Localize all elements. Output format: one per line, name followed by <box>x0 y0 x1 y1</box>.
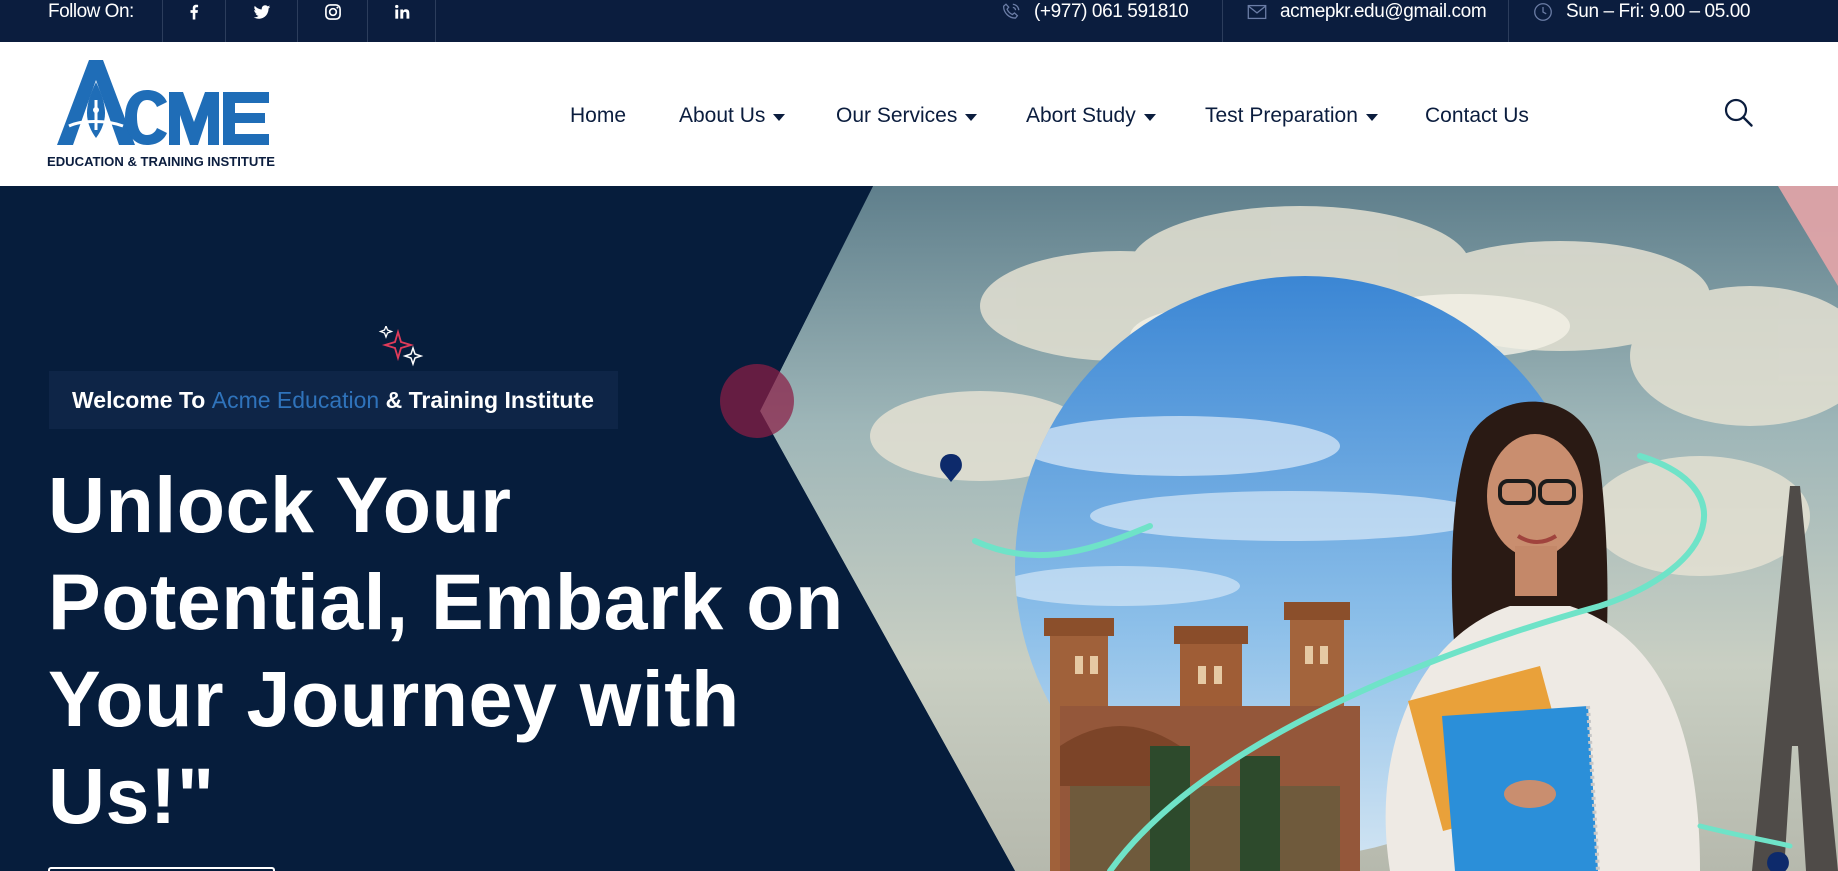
nav-about-us-label: About Us <box>679 104 766 127</box>
headline-line: Your Journey with <box>48 654 740 743</box>
welcome-badge: Welcome To Acme Education & Training Ins… <box>49 371 618 429</box>
phone-contact[interactable]: (+977) 061 591810 <box>1000 0 1189 24</box>
headline-line: Us!" <box>48 751 215 840</box>
hero-section: Welcome To Acme Education & Training Ins… <box>0 186 1838 871</box>
caret-down-icon <box>1143 113 1156 121</box>
headline-line: Unlock Your <box>48 460 512 549</box>
follow-on-label: Follow On: <box>48 1 134 22</box>
map-pin-icon <box>1767 852 1789 871</box>
nav-our-services[interactable]: Our Services <box>836 102 978 130</box>
site-header: EDUCATION & TRAINING INSTITUTE Home Abou… <box>0 42 1838 186</box>
email-contact[interactable]: acmepkr.edu@gmail.com <box>1246 0 1487 24</box>
welcome-suffix: & Training Institute <box>379 386 594 413</box>
nav-contact-us[interactable]: Contact Us <box>1425 102 1529 130</box>
clock-icon <box>1534 3 1552 21</box>
linkedin-icon <box>394 4 409 19</box>
nav-about-us[interactable]: About Us <box>679 102 786 130</box>
decor-circle <box>720 364 794 438</box>
nav-contact-us-label: Contact Us <box>1425 104 1529 127</box>
nav-abort-study-label: Abort Study <box>1026 104 1136 127</box>
search-icon <box>1724 98 1753 127</box>
hero-cta-button[interactable] <box>48 867 275 871</box>
welcome-prefix: Welcome To <box>72 386 212 413</box>
hours-contact: Sun – Fri: 9.00 – 05.00 <box>1532 0 1750 24</box>
nav-home[interactable]: Home <box>570 102 626 130</box>
instagram-link[interactable] <box>297 0 367 42</box>
nav-abort-study[interactable]: Abort Study <box>1026 102 1156 130</box>
opening-hours: Sun – Fri: 9.00 – 05.00 <box>1566 1 1751 22</box>
caret-down-icon <box>965 113 978 121</box>
linkedin-link[interactable] <box>367 0 436 42</box>
caret-down-icon <box>1365 113 1378 121</box>
nav-home-label: Home <box>570 104 627 127</box>
top-bar: Follow On: (+977) 061 591810 acmepkr.edu… <box>0 0 1838 42</box>
welcome-accent: Acme Education <box>211 386 380 413</box>
facebook-icon <box>190 4 199 20</box>
search-button[interactable] <box>1722 96 1756 130</box>
nav-test-preparation[interactable]: Test Preparation <box>1205 102 1378 130</box>
headline-line: Potential, Embark on <box>48 557 844 646</box>
nav-our-services-label: Our Services <box>836 104 958 127</box>
logo-tagline: EDUCATION & TRAINING INSTITUTE <box>47 154 275 169</box>
acme-logo[interactable]: EDUCATION & TRAINING INSTITUTE <box>47 60 275 170</box>
mail-icon <box>1247 4 1267 20</box>
instagram-icon <box>324 4 341 20</box>
email-address: acmepkr.edu@gmail.com <box>1280 1 1487 22</box>
sparkle-icon <box>378 326 424 367</box>
hero-headline: Unlock Your Potential, Embark on Your Jo… <box>48 456 878 844</box>
twitter-link[interactable] <box>225 0 297 42</box>
palace-silhouette <box>1044 602 1360 871</box>
phone-icon <box>1003 3 1020 19</box>
nav-test-preparation-label: Test Preparation <box>1205 104 1358 127</box>
caret-down-icon <box>773 113 786 121</box>
contact-divider <box>1508 0 1509 42</box>
twitter-icon <box>253 5 270 19</box>
facebook-link[interactable] <box>162 0 225 42</box>
contact-divider <box>1222 0 1223 42</box>
phone-number: (+977) 061 591810 <box>1034 1 1189 22</box>
